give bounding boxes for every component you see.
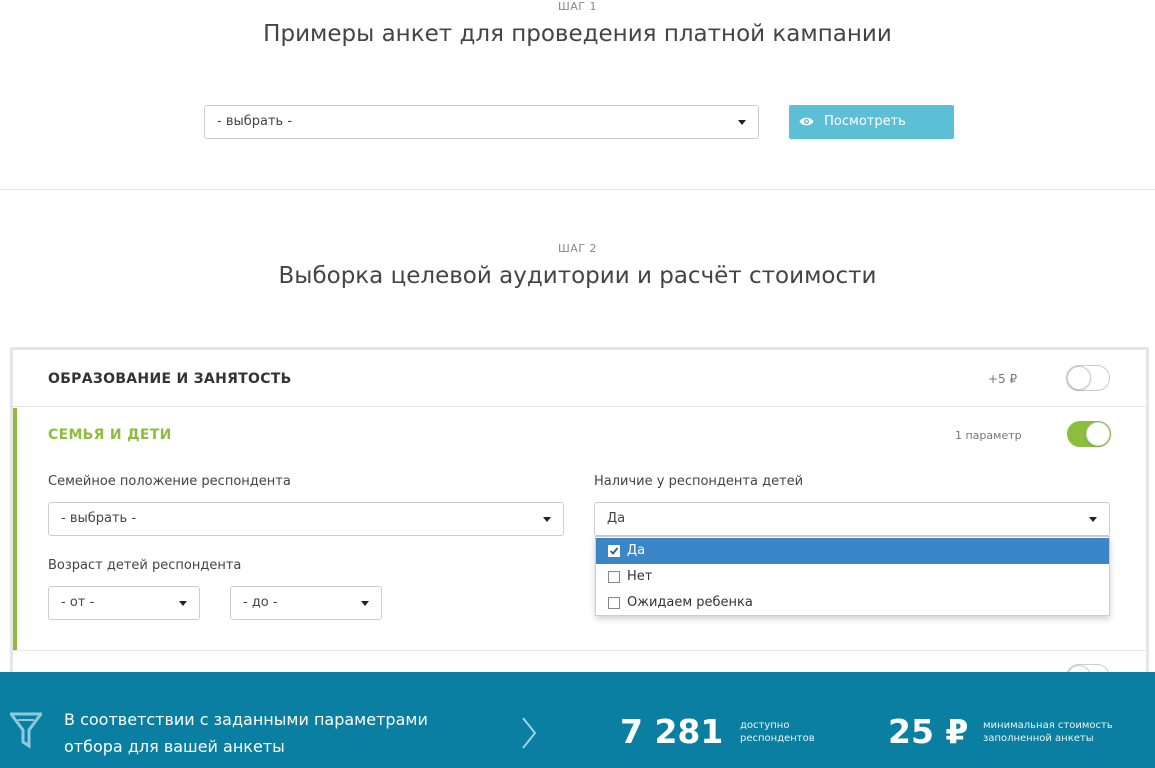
min-price-caption-line2: заполненной анкеты bbox=[983, 733, 1094, 744]
funnel-icon bbox=[10, 712, 42, 749]
family-row-divider bbox=[13, 650, 1146, 651]
children-select-value: Да bbox=[607, 511, 626, 526]
min-price-caption-line1: минимальная стоимость bbox=[983, 720, 1113, 731]
children-option-yes[interactable]: Да bbox=[596, 538, 1109, 564]
caret-down-icon bbox=[543, 517, 551, 522]
family-title: СЕМЬЯ И ДЕТИ bbox=[48, 427, 172, 443]
option-label: Нет bbox=[627, 569, 653, 584]
family-params-count: 1 параметр bbox=[955, 429, 1022, 442]
caret-down-icon bbox=[738, 120, 746, 125]
children-age-from-select[interactable]: - от - bbox=[48, 586, 200, 620]
marital-status-select[interactable]: - выбрать - bbox=[48, 502, 564, 536]
step1-label: ШАГ 1 bbox=[558, 0, 597, 13]
children-age-to-value: - до - bbox=[243, 595, 278, 610]
step1-title: Примеры анкет для проведения платной кам… bbox=[263, 21, 892, 47]
toggle-knob bbox=[1086, 422, 1110, 446]
family-toggle[interactable] bbox=[1067, 421, 1111, 447]
eye-icon bbox=[799, 117, 814, 126]
min-price-caption: минимальная стоимость заполненной анкеты bbox=[983, 719, 1113, 745]
view-survey-button[interactable]: Посмотреть анкету bbox=[789, 105, 954, 163]
step2-title: Выборка целевой аудитории и расчёт стоим… bbox=[278, 263, 877, 289]
option-label: Да bbox=[627, 543, 646, 558]
checkbox-checked-icon[interactable] bbox=[608, 545, 620, 557]
view-survey-button-label: Посмотреть анкету bbox=[799, 114, 906, 163]
education-title: ОБРАЗОВАНИЕ И ЗАНЯТОСТЬ bbox=[48, 371, 292, 387]
children-select[interactable]: Да bbox=[594, 502, 1110, 536]
respondents-caption-line1: доступно bbox=[740, 720, 790, 731]
respondents-caption-line2: респондентов bbox=[740, 733, 815, 744]
toggle-knob bbox=[1067, 366, 1091, 390]
education-price: +5 ₽ bbox=[988, 372, 1018, 386]
option-label: Ожидаем ребенка bbox=[627, 595, 753, 610]
children-option-expecting[interactable]: Ожидаем ребенка bbox=[596, 590, 1109, 616]
caret-down-icon bbox=[179, 601, 187, 606]
children-age-from-value: - от - bbox=[61, 595, 95, 610]
marital-status-label: Семейное положение респондента bbox=[48, 474, 291, 489]
caret-down-icon bbox=[361, 601, 369, 606]
children-label: Наличие у респондента детей bbox=[594, 474, 804, 489]
checkbox-icon[interactable] bbox=[608, 571, 620, 583]
children-age-label: Возраст детей респондента bbox=[48, 558, 242, 573]
step2-label: ШАГ 2 bbox=[558, 242, 597, 255]
checkbox-icon[interactable] bbox=[608, 597, 620, 609]
education-toggle[interactable] bbox=[1066, 365, 1110, 391]
survey-example-select-value: - выбрать - bbox=[217, 114, 293, 129]
caret-down-icon bbox=[1089, 517, 1097, 522]
children-option-no[interactable]: Нет bbox=[596, 564, 1109, 590]
respondents-count: 7 281 bbox=[620, 712, 724, 751]
footer-message: В соответствии с заданными параметрами о… bbox=[64, 710, 428, 756]
children-dropdown-list: Да Нет Ожидаем ребенка bbox=[595, 536, 1110, 616]
section-divider bbox=[0, 189, 1155, 190]
survey-example-select[interactable]: - выбрать - bbox=[204, 105, 759, 139]
children-age-to-select[interactable]: - до - bbox=[230, 586, 382, 620]
respondents-caption: доступно респондентов bbox=[740, 719, 815, 745]
chevron-right-icon bbox=[522, 717, 537, 749]
summary-footer: В соответствии с заданными параметрами о… bbox=[0, 672, 1155, 768]
marital-status-value: - выбрать - bbox=[61, 511, 137, 526]
active-section-marker bbox=[13, 408, 17, 650]
min-price: 25 ₽ bbox=[888, 712, 969, 751]
